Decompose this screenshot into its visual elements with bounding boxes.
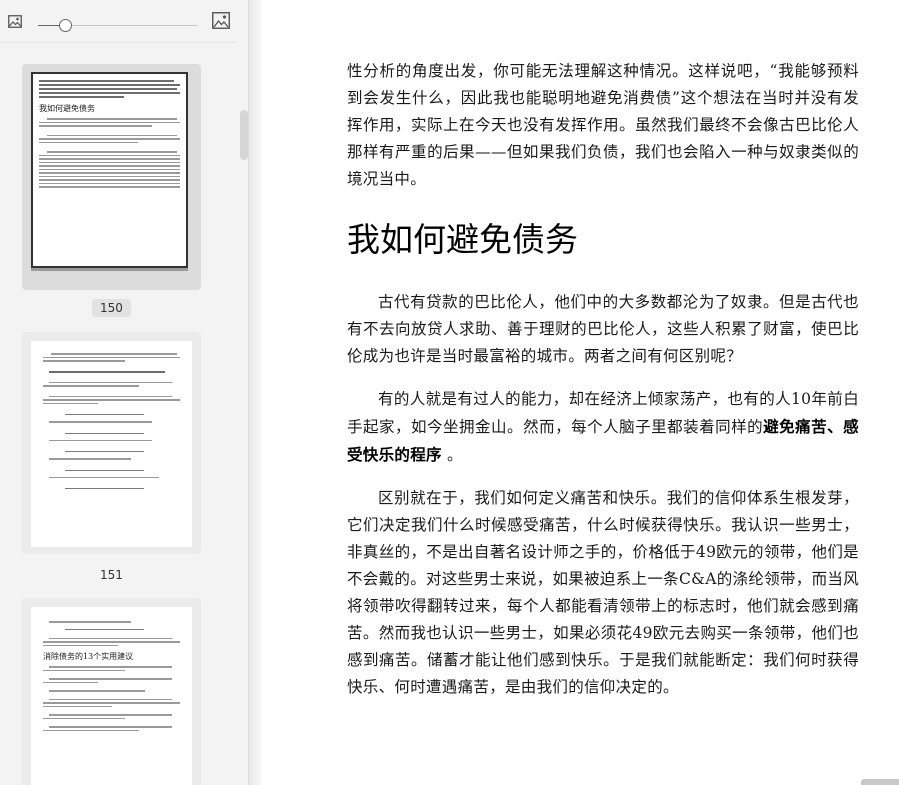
image-small-icon[interactable] xyxy=(6,12,24,30)
thumbnail-page-preview: 消除债务的13个实用建议 xyxy=(31,607,192,785)
thumbnail-page-151[interactable] xyxy=(22,332,201,554)
thumbnail-page-150[interactable]: 我如何避免债务 xyxy=(22,64,201,290)
paragraph-text: 有的人就是有过人的能力，却在经济上倾家荡产，也有的人10年前白手起家，如今坐拥金… xyxy=(347,386,859,469)
thumbnail-page-preview xyxy=(31,341,192,547)
thumbnail-page-preview: 我如何避免债务 xyxy=(31,72,188,268)
paragraph-text-end: 。 xyxy=(441,446,463,464)
paragraph-text: 古代有贷款的巴比伦人，他们中的大多数都沦为了奴隶。但是古代也有不去向放贷人求助、… xyxy=(347,293,859,365)
paragraph-2: 有的人就是有过人的能力，却在经济上倾家荡产，也有的人10年前白手起家，如今坐拥金… xyxy=(347,386,859,469)
page-corner-handle[interactable] xyxy=(861,779,899,785)
thumbnail-heading: 消除债务的13个实用建议 xyxy=(43,652,134,661)
paragraph-1: 古代有贷款的巴比伦人，他们中的大多数都沦为了奴隶。但是古代也有不去向放贷人求助、… xyxy=(347,289,859,370)
zoom-slider-knob[interactable] xyxy=(59,19,73,32)
panel-divider[interactable] xyxy=(248,0,261,785)
document-page: 性分析的角度出发，你可能无法理解这种情况。这样说吧，“我能够预料到会发生什么，因… xyxy=(261,0,899,785)
paragraph-3: 区别就在于，我们如何定义痛苦和快乐。我们的信仰体系生根发芽，它们决定我们什么时候… xyxy=(347,485,859,701)
paragraph-text: 区别就在于，我们如何定义痛苦和快乐。我们的信仰体系生根发芽，它们决定我们什么时候… xyxy=(347,489,859,696)
paragraph-top: 性分析的角度出发，你可能无法理解这种情况。这样说吧，“我能够预料到会发生什么，因… xyxy=(347,58,859,193)
thumbnail-panel: 我如何避免债务 150 151 消除债务的13个实用建议 xyxy=(0,0,248,785)
image-large-icon[interactable] xyxy=(211,10,231,30)
thumbnail-page-number: 150 xyxy=(92,299,131,317)
thumbnail-page-152[interactable]: 消除债务的13个实用建议 xyxy=(22,598,201,785)
thumbnail-toolbar xyxy=(0,0,236,43)
thumbnail-heading: 我如何避免债务 xyxy=(39,104,95,113)
paragraph-text: 性分析的角度出发，你可能无法理解这种情况。这样说吧，“我能够预料到会发生什么，因… xyxy=(347,62,859,188)
thumbnail-scrollbar[interactable] xyxy=(240,110,248,160)
section-heading: 我如何避免债务 xyxy=(347,220,578,259)
thumbnail-page-number: 151 xyxy=(100,568,123,582)
